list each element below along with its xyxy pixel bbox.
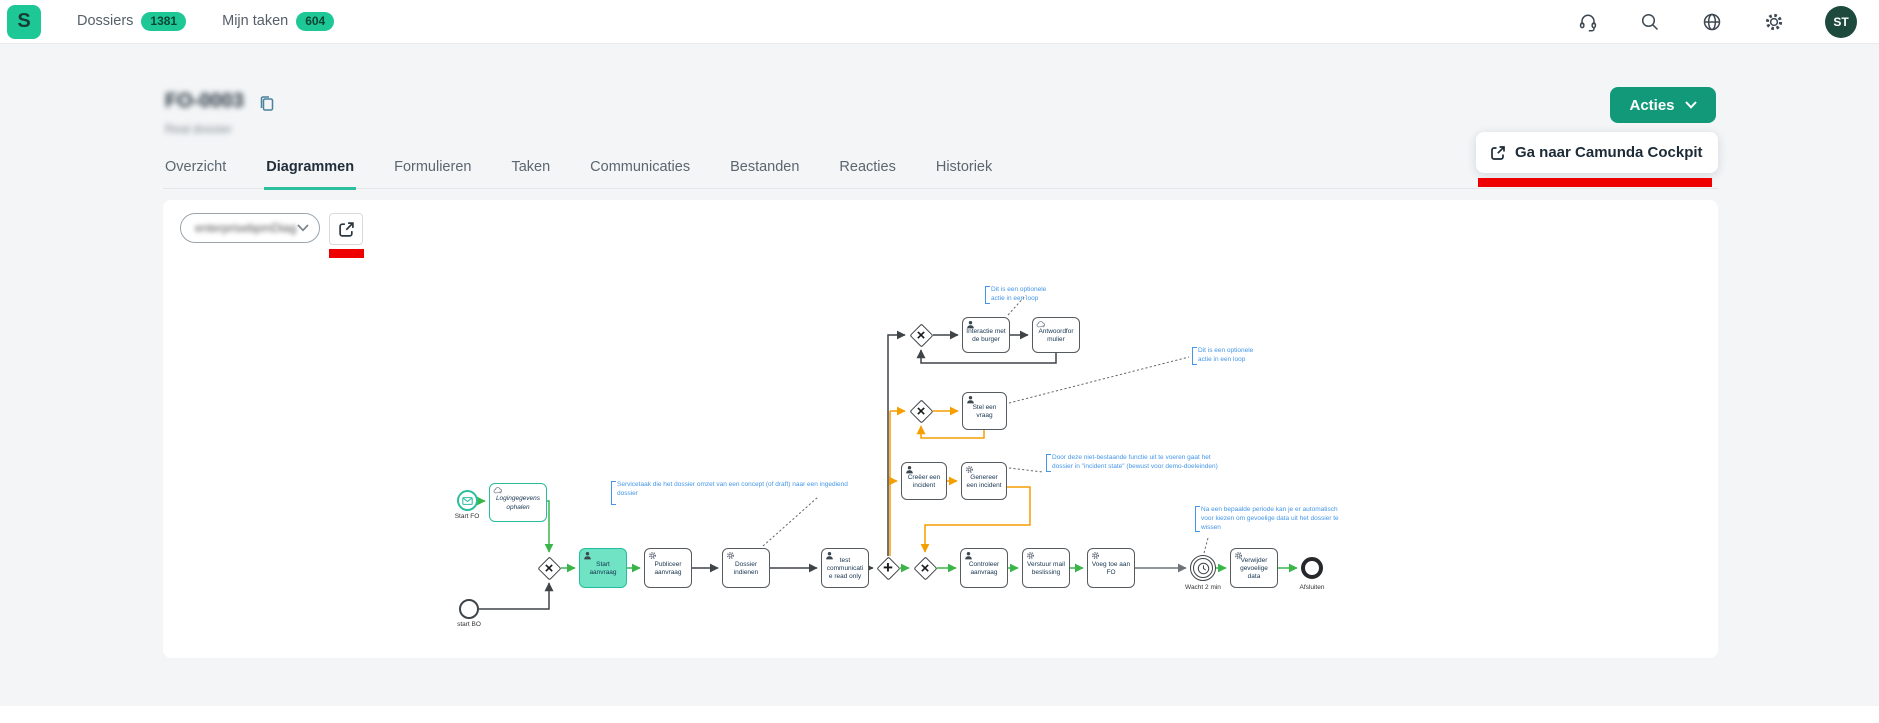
task-publiceer-aanvraag[interactable]: Publiceer aanvraag — [644, 548, 692, 588]
text-annotation: Door deze niet-bestaande functie uit te … — [1046, 454, 1224, 472]
task-stel-een-vraag[interactable]: Stel een vraag — [962, 392, 1007, 430]
menu-item-camunda-cockpit[interactable]: Ga naar Camunda Cockpit — [1476, 132, 1718, 173]
taken-count-badge: 604 — [296, 12, 334, 30]
task-creeer-incident[interactable]: Creëer een incident — [901, 462, 947, 500]
copy-icon[interactable] — [258, 95, 276, 113]
page-bottom-strip — [0, 706, 1879, 723]
globe-icon[interactable] — [1701, 11, 1723, 33]
task-genereer-incident[interactable]: Genereer een incident — [961, 462, 1007, 500]
gateway-xor[interactable]: × — [909, 399, 933, 423]
task-controleer-aanvraag[interactable]: Controleer aanvraag — [960, 548, 1008, 588]
diagram-card: enterprisebpmDiag — [163, 200, 1718, 658]
gateway-xor[interactable]: × — [537, 556, 561, 580]
gateway-parallel[interactable]: + — [876, 556, 900, 580]
end-event[interactable] — [1301, 557, 1323, 579]
event-label: Afsluiten — [1280, 584, 1344, 591]
text-annotation: Servicetaak die het dossier omzet van ee… — [611, 481, 863, 505]
nav-item-dossiers[interactable]: Dossiers 1381 — [77, 12, 186, 30]
page-subtitle: Real dossier — [165, 122, 232, 136]
user-icon — [905, 465, 914, 474]
red-annotation-bar — [1478, 178, 1712, 187]
user-avatar[interactable]: ST — [1825, 6, 1857, 38]
gear-icon — [1026, 551, 1035, 560]
gear-icon — [648, 551, 657, 560]
tab-reacties[interactable]: Reacties — [837, 153, 897, 188]
task-verwijder-data[interactable]: Verwijder gevoelige data — [1230, 548, 1278, 588]
tab-taken[interactable]: Taken — [509, 153, 552, 188]
dossiers-count-badge: 1381 — [141, 12, 186, 30]
gear-icon — [1234, 551, 1243, 560]
acties-button[interactable]: Acties — [1610, 87, 1716, 123]
user-icon — [825, 551, 834, 560]
tab-bestanden[interactable]: Bestanden — [728, 153, 801, 188]
task-test-communicatie[interactable]: test communicatie read only — [821, 548, 869, 588]
text-annotation: Dit is een optionele actie in een loop — [1192, 347, 1266, 365]
task-interactie-burger[interactable]: Interactie met de burger — [962, 317, 1010, 353]
task-dossier-indienen[interactable]: Dossier indienen — [722, 548, 770, 588]
bpmn-flows — [163, 200, 1718, 658]
task-antwoordformulier[interactable]: Antwoordformulier — [1032, 317, 1080, 353]
gateway-xor[interactable]: × — [909, 323, 933, 347]
headset-icon[interactable] — [1577, 11, 1599, 33]
gear-icon — [965, 465, 974, 474]
top-navbar: S Dossiers 1381 Mijn taken 604 ST — [0, 0, 1879, 44]
external-link-icon — [1490, 145, 1506, 161]
tab-historiek[interactable]: Historiek — [934, 153, 994, 188]
tab-formulieren[interactable]: Formulieren — [392, 153, 473, 188]
text-annotation: Na een bepaalde periode kan je er automa… — [1195, 506, 1343, 532]
event-label: Wacht 2 min — [1171, 584, 1235, 591]
menu-item-label: Ga naar Camunda Cockpit — [1515, 144, 1703, 161]
task-start-aanvraag[interactable]: Start aanvraag — [579, 548, 627, 588]
envelope-icon — [462, 497, 473, 505]
tab-overzicht[interactable]: Overzicht — [163, 153, 228, 188]
search-icon[interactable] — [1639, 11, 1661, 33]
nav-item-label: Dossiers — [77, 13, 133, 29]
bpmn-diagram[interactable]: Start FO start BO Wacht 2 min Afsluiten … — [163, 200, 1718, 658]
task-logingegevens-ophalen[interactable]: Logingegevens ophalen — [489, 483, 547, 522]
user-icon — [583, 551, 592, 560]
user-icon — [964, 551, 973, 560]
start-event-message[interactable] — [457, 490, 478, 511]
user-icon — [966, 320, 975, 329]
app-logo[interactable]: S — [7, 5, 41, 39]
gear-icon — [726, 551, 735, 560]
gear-icon — [1091, 551, 1100, 560]
user-icon — [966, 395, 975, 404]
cloud-icon — [1036, 320, 1045, 329]
chevron-down-icon — [1685, 101, 1697, 109]
tab-communicaties[interactable]: Communicaties — [588, 153, 692, 188]
event-label: start BO — [437, 621, 501, 628]
gear-icon[interactable] — [1763, 11, 1785, 33]
task-verstuur-mail[interactable]: Verstuur mail beslissing — [1022, 548, 1070, 588]
task-voeg-toe-aan-fo[interactable]: Voeg toe aan FO — [1087, 548, 1135, 588]
start-event-plain[interactable] — [459, 599, 479, 619]
nav-item-mijn-taken[interactable]: Mijn taken 604 — [222, 12, 334, 30]
page-title: FO-0003 — [165, 90, 244, 113]
text-annotation: Dit is een optionele actie in een loop — [985, 286, 1059, 304]
gateway-xor[interactable]: × — [913, 556, 937, 580]
red-annotation-bar — [329, 249, 364, 258]
cloud-icon — [493, 486, 502, 495]
nav-item-label: Mijn taken — [222, 13, 288, 29]
timer-event[interactable] — [1190, 555, 1216, 581]
tab-diagrammen[interactable]: Diagrammen — [264, 153, 356, 190]
clock-icon — [1197, 562, 1210, 575]
